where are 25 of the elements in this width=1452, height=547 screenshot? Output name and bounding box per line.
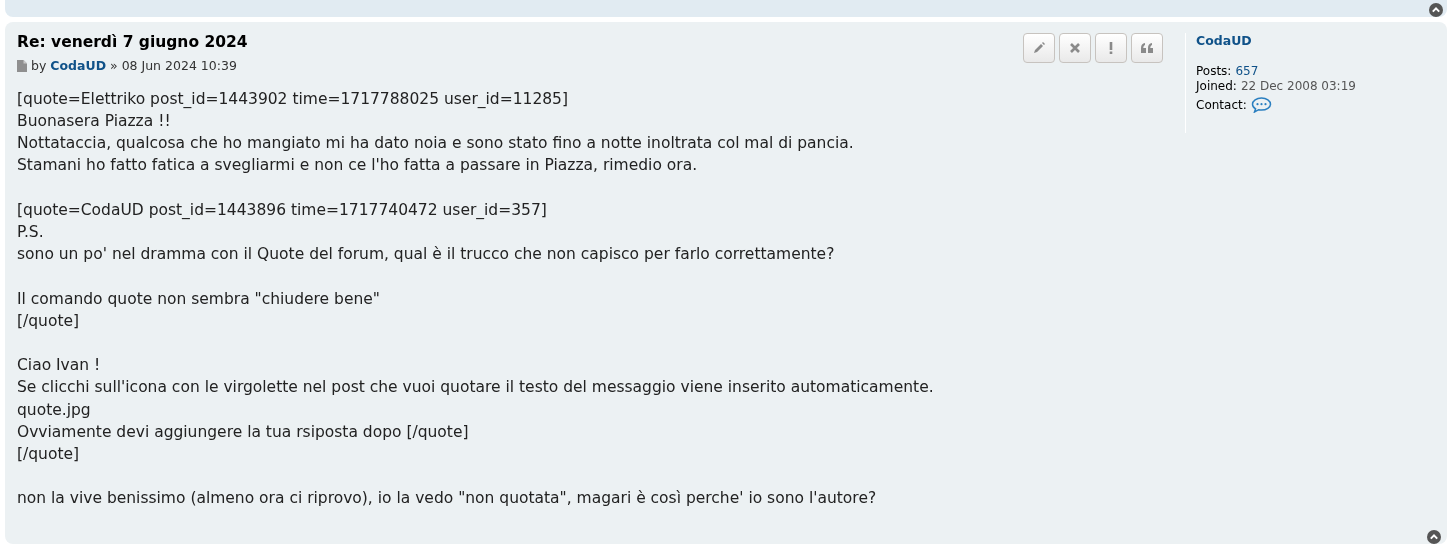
- field-label: Joined:: [1196, 79, 1237, 94]
- body-line: Ovviamente devi aggiungere la tua rsiposta dopo [/quote]: [17, 421, 470, 443]
- body-line: P.S.: [17, 221, 45, 243]
- post-title[interactable]: Re: venerdì 7 giugno 2024: [17, 31, 1023, 53]
- body-line: Ciao Ivan !: [17, 355, 102, 377]
- body-line: [quote=CodaUD post_id=1443896 time=1717740472 user_id=357]: [17, 199, 548, 221]
- body-line: Il comando quote non sembra "chiudere bene": [17, 288, 381, 310]
- body-line: [quote=Elettriko post_id=1443902 time=1717788025 user_id=11285]: [17, 88, 569, 110]
- field-label: Contact:: [1196, 97, 1247, 113]
- body-line: sono un po' nel dramma con il Quote del forum, qual è il trucco che non capisco per farlo correttamente?: [17, 244, 836, 266]
- body-line: [/quote]: [17, 443, 81, 465]
- field-label: Posts:: [1196, 64, 1232, 79]
- body-line: Nottataccia, qualcosa che ho mangiato mi ha dato noia e sono stato fino a notte inoltrata col mal di pancia.: [17, 133, 855, 155]
- author-link[interactable]: CodaUD: [50, 57, 106, 76]
- body-line: non la vive benissimo (almeno ora ci riprovo), io la vedo "non quotata", magari è così perche' io sono l'autore?: [17, 488, 878, 510]
- posts-count-link[interactable]: 657: [1235, 64, 1259, 79]
- body-line: Se clicchi sull'icona con le virgolette nel post che vuoi quotare il testo del messaggio viene inserito automaticamente.: [17, 377, 935, 399]
- body-line: [/quote]: [17, 310, 81, 332]
- body-line: quote.jpg: [17, 399, 92, 421]
- by-label: by: [31, 57, 47, 75]
- body-line: Buonasera Piazza !!: [17, 110, 172, 132]
- body-line: Stamani ho fatto fatica a svegliarmi e non ce l'ho fatta a passare in Piazza, rimedio ora.: [17, 155, 699, 177]
- username-link[interactable]: CodaUD: [1196, 33, 1435, 48]
- post-date: » 08 Jun 2024 10:39: [110, 57, 237, 75]
- joined-date: 22 Dec 2008 03:19: [1240, 79, 1356, 94]
